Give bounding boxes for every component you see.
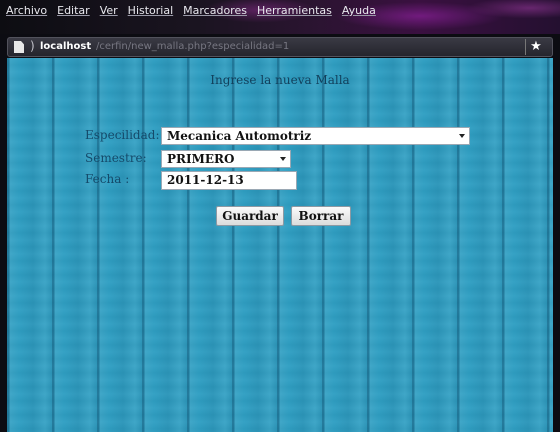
fecha-value: 2011-12-13 xyxy=(167,173,244,187)
menu-items: Archivo Editar Ver Historial Marcadores … xyxy=(6,4,376,17)
identity-separator: ) xyxy=(30,39,35,53)
menu-marcadores[interactable]: Marcadores xyxy=(183,4,247,17)
menu-ayuda[interactable]: Ayuda xyxy=(342,4,376,17)
fecha-input[interactable]: 2011-12-13 xyxy=(161,171,297,190)
chevron-down-icon xyxy=(459,134,465,138)
especialidad-select[interactable]: Mecanica Automotriz xyxy=(161,127,470,145)
semestre-value: PRIMERO xyxy=(167,152,235,166)
fecha-label: Fecha : xyxy=(85,172,130,186)
menu-editar[interactable]: Editar xyxy=(57,4,90,17)
especialidad-label: Especilidad: xyxy=(85,128,160,142)
url-path[interactable]: /cerfin/new_malla.php?especialidad=1 xyxy=(96,41,289,52)
menu-historial[interactable]: Historial xyxy=(128,4,173,17)
page-content: Ingrese la nueva Malla Especilidad: Meca… xyxy=(7,58,553,432)
form-title: Ingrese la nueva Malla xyxy=(210,73,350,87)
menu-ver[interactable]: Ver xyxy=(100,4,118,17)
save-button[interactable]: Guardar xyxy=(216,206,284,226)
address-bar[interactable]: ) localhost /cerfin/new_malla.php?especi… xyxy=(7,37,553,57)
chevron-down-icon xyxy=(280,157,286,161)
reset-button[interactable]: Borrar xyxy=(291,206,351,226)
semestre-select[interactable]: PRIMERO xyxy=(161,150,291,168)
especialidad-value: Mecanica Automotriz xyxy=(167,129,312,143)
menu-herramientas[interactable]: Herramientas xyxy=(257,4,332,17)
menu-bar: Archivo Editar Ver Historial Marcadores … xyxy=(0,0,560,34)
bookmark-star-icon[interactable]: ★ xyxy=(525,39,546,55)
menu-archivo[interactable]: Archivo xyxy=(6,4,47,17)
semestre-label: Semestre: xyxy=(85,151,147,165)
url-host[interactable]: localhost xyxy=(40,41,91,52)
page-icon xyxy=(14,41,24,53)
